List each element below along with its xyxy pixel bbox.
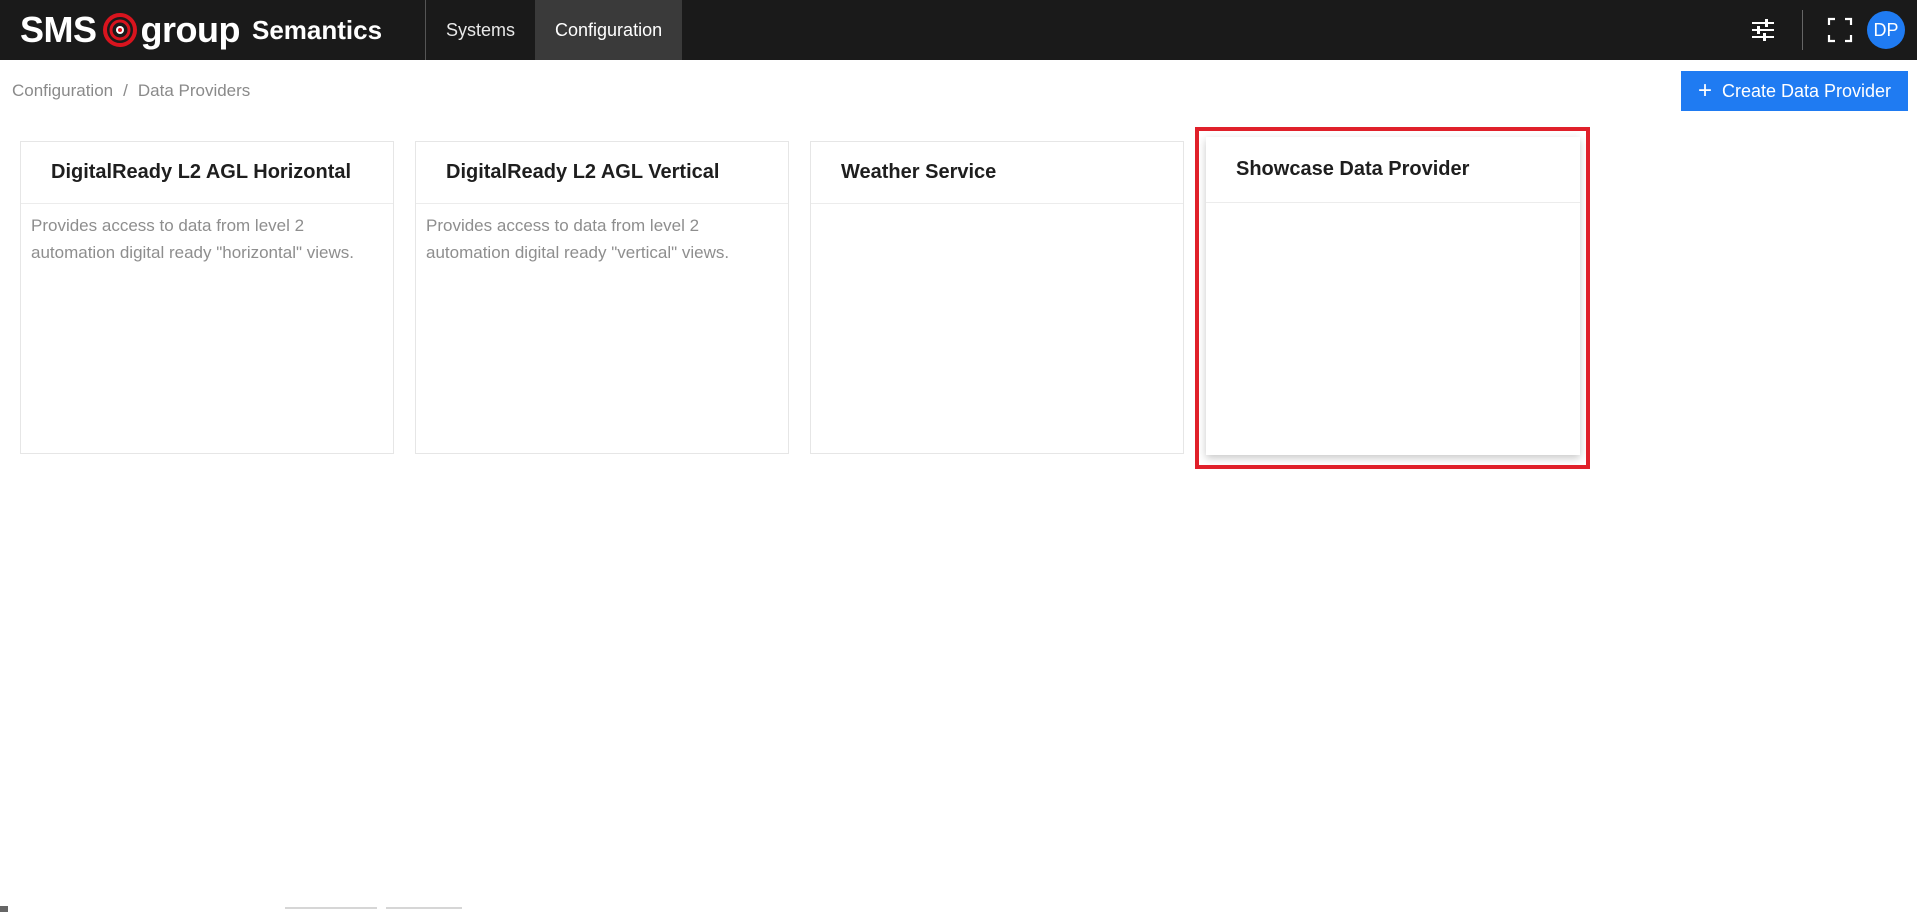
card-description: Provides access to data from level 2 aut…	[426, 216, 730, 262]
breadcrumb-data-providers: Data Providers	[137, 81, 251, 100]
card-description	[811, 204, 1183, 220]
nav-systems[interactable]: Systems	[426, 0, 535, 60]
data-provider-card-showcase[interactable]: Showcase Data Provider	[1206, 137, 1580, 455]
sms-group-logo-icon	[102, 13, 137, 47]
breadcrumb-configuration[interactable]: Configuration	[12, 81, 113, 100]
card-title: DigitalReady L2 AGL Vertical	[416, 142, 788, 204]
data-provider-card-digitalready-horizontal[interactable]: DigitalReady L2 AGL Horizontal Provides …	[20, 141, 394, 454]
data-provider-card-weather-service[interactable]: Weather Service	[810, 141, 1184, 454]
footer-tab-fragment	[386, 907, 462, 909]
card-title: Showcase Data Provider	[1206, 137, 1580, 203]
topbar-actions: DP	[1746, 0, 1917, 60]
brand-logo[interactable]: SMS group Semantics	[0, 0, 426, 60]
nav-configuration[interactable]: Configuration	[535, 0, 683, 60]
breadcrumb: Configuration / Data Providers	[12, 81, 250, 101]
card-title: Weather Service	[811, 142, 1183, 204]
breadcrumb-separator: /	[123, 81, 128, 100]
footer-corner-mark	[0, 906, 8, 912]
create-data-provider-label: Create Data Provider	[1721, 80, 1892, 101]
footer-tab-fragment	[285, 907, 377, 909]
card-description	[1206, 203, 1580, 219]
brand-sms-text: SMS	[20, 9, 97, 50]
user-avatar[interactable]: DP	[1867, 11, 1905, 49]
main-nav: Systems Configuration	[426, 0, 683, 60]
data-provider-card-digitalready-vertical[interactable]: DigitalReady L2 AGL Vertical Provides ac…	[415, 141, 789, 454]
topbar-divider	[1802, 10, 1803, 50]
sliders-icon[interactable]	[1746, 13, 1780, 47]
card-description: Provides access to data from level 2 aut…	[31, 216, 354, 262]
create-data-provider-button[interactable]: + Create Data Provider	[1681, 71, 1908, 111]
card-title: DigitalReady L2 AGL Horizontal	[21, 142, 393, 204]
plus-icon: +	[1697, 77, 1712, 104]
brand-group-text: group	[140, 9, 241, 50]
product-name: Semantics	[252, 14, 383, 45]
top-navigation-bar: SMS group Semantics Systems Configuratio…	[0, 0, 1917, 60]
fullscreen-icon[interactable]	[1823, 13, 1857, 47]
